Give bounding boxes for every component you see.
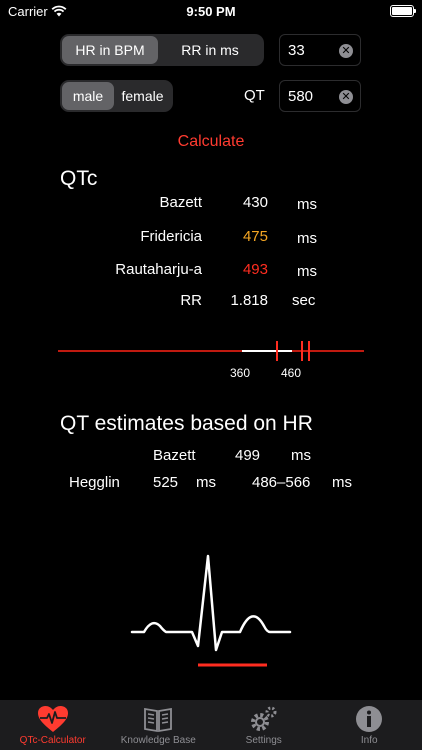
qtc-value: 493 bbox=[242, 261, 268, 278]
qtc-title: QTc bbox=[60, 167, 98, 190]
tab-settings[interactable]: Settings bbox=[211, 700, 317, 750]
scale-tick-460: 460 bbox=[281, 366, 302, 380]
input-mode-segmented[interactable]: HR in BPM RR in ms bbox=[60, 34, 264, 66]
scale-tick-360: 360 bbox=[230, 366, 251, 380]
heart-pulse-icon bbox=[37, 706, 68, 732]
clear-icon[interactable]: ✕ bbox=[339, 44, 353, 58]
qtc-value: 1.818 bbox=[230, 292, 268, 309]
clear-icon[interactable]: ✕ bbox=[339, 90, 353, 104]
qtc-unit: sec bbox=[292, 292, 316, 309]
hr-input-value: 33 bbox=[288, 42, 305, 59]
qtc-unit: ms bbox=[297, 230, 317, 247]
segment-male[interactable]: male bbox=[62, 82, 114, 110]
qtc-label: Rautaharju-a bbox=[115, 261, 202, 278]
gear-icon bbox=[250, 706, 277, 731]
estimates-title: QT estimates based on HR bbox=[60, 412, 313, 435]
qt-input[interactable]: 580 ✕ bbox=[279, 80, 361, 112]
qt-input-value: 580 bbox=[288, 88, 314, 105]
qtc-label: Bazett bbox=[159, 194, 202, 211]
segment-hr-bpm[interactable]: HR in BPM bbox=[62, 36, 158, 64]
tab-label: Info bbox=[360, 735, 378, 746]
estimate-hegglin-unit: ms bbox=[196, 474, 216, 491]
calculate-button[interactable]: Calculate bbox=[0, 133, 422, 151]
tab-info[interactable]: Info bbox=[317, 700, 422, 750]
estimate-hegglin-range-unit: ms bbox=[332, 474, 352, 491]
book-icon bbox=[144, 707, 173, 733]
estimate-hegglin-value: 525 bbox=[153, 474, 179, 491]
qtc-value: 430 bbox=[242, 194, 268, 211]
info-icon bbox=[356, 706, 383, 732]
hr-input[interactable]: 33 ✕ bbox=[279, 34, 361, 66]
qtc-row-rr: RR 1.818 sec bbox=[0, 292, 422, 312]
tab-label: QTc-Calculator bbox=[19, 735, 86, 746]
tab-qtc-calculator[interactable]: QTc-Calculator bbox=[0, 700, 106, 750]
estimate-bazett-value: 499 bbox=[235, 447, 261, 464]
qtc-row-bazett: Bazett 430 ms bbox=[0, 194, 422, 214]
tab-label: Settings bbox=[245, 735, 282, 746]
qtc-unit: ms bbox=[297, 196, 317, 213]
qtc-value: 475 bbox=[242, 228, 268, 245]
tab-knowledge-base[interactable]: Knowledge Base bbox=[106, 700, 212, 750]
estimate-hegglin-label: Hegglin bbox=[69, 474, 120, 491]
tab-bar: QTc-Calculator Knowledge Base Settings I… bbox=[0, 700, 422, 750]
tab-label: Knowledge Base bbox=[120, 735, 196, 746]
qtc-label: Fridericia bbox=[140, 228, 202, 245]
estimate-bazett-label: Bazett bbox=[153, 447, 196, 464]
ecg-waveform-icon bbox=[130, 554, 292, 667]
estimate-bazett-unit: ms bbox=[291, 447, 311, 464]
qt-label: QT bbox=[244, 87, 265, 104]
qtc-row-rautaharju: Rautaharju-a 493 ms bbox=[0, 261, 422, 281]
qtc-unit: ms bbox=[297, 263, 317, 280]
battery-icon bbox=[390, 5, 416, 17]
segment-female[interactable]: female bbox=[114, 82, 171, 110]
sex-segmented[interactable]: male female bbox=[60, 80, 173, 112]
status-time: 9:50 PM bbox=[186, 4, 236, 19]
status-bar: Carrier 9:50 PM bbox=[0, 0, 422, 22]
qtc-scale bbox=[58, 341, 364, 361]
estimate-hegglin-range: 486–566 bbox=[252, 474, 311, 491]
segment-rr-ms[interactable]: RR in ms bbox=[158, 36, 262, 64]
qtc-row-fridericia: Fridericia 475 ms bbox=[0, 228, 422, 248]
qtc-label: RR bbox=[180, 292, 202, 309]
